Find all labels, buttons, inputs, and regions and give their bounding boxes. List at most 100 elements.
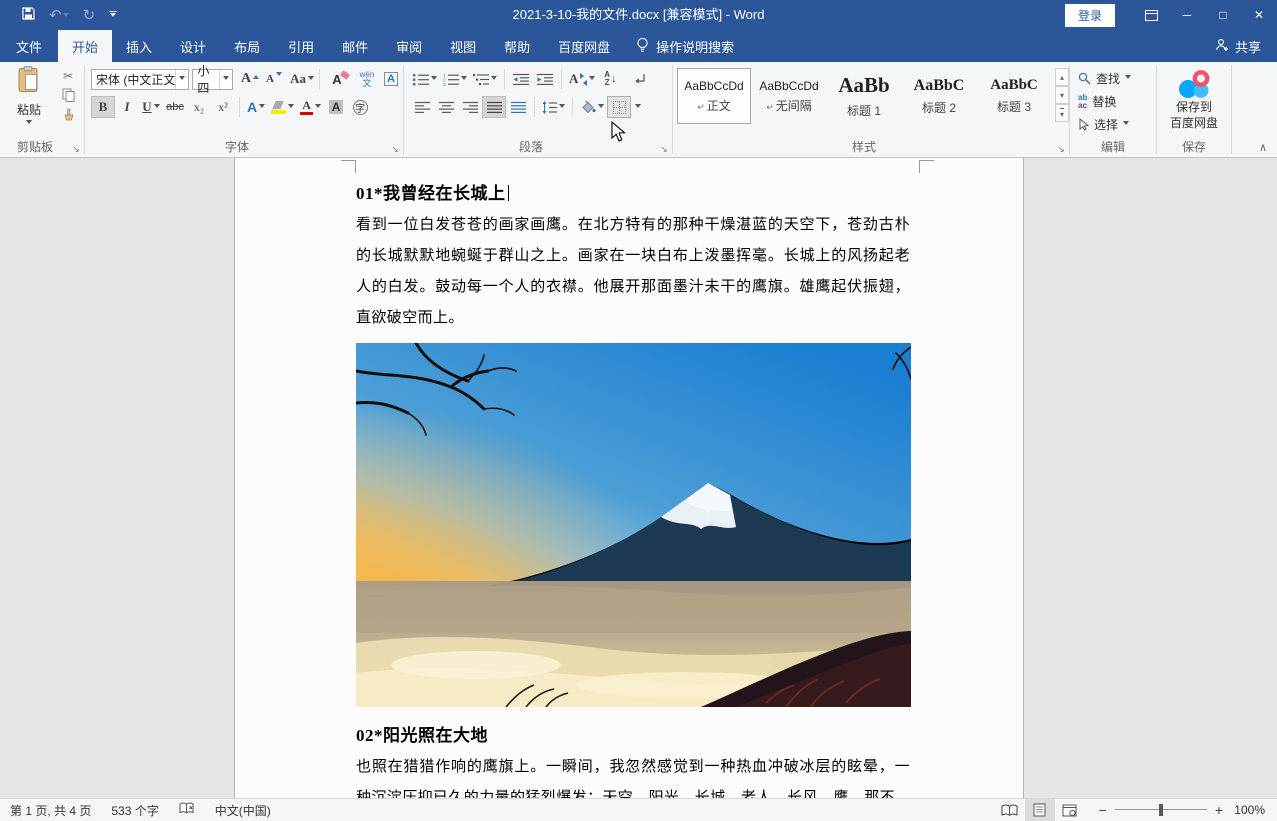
tab-file[interactable]: 文件	[0, 30, 58, 62]
copy-button[interactable]	[56, 86, 80, 106]
select-button[interactable]: 选择	[1078, 116, 1156, 133]
shrink-font-button[interactable]: A	[262, 68, 286, 90]
style-card-no-spacing[interactable]: AaBbCcDd ↵无间隔	[752, 68, 826, 124]
minimize-button[interactable]: ─	[1169, 0, 1205, 30]
paragraph-dialog-launcher-icon[interactable]: ↘	[659, 144, 669, 154]
borders-button[interactable]	[607, 96, 631, 118]
font-color-button[interactable]: A	[297, 96, 324, 118]
styles-more[interactable]: ▾	[1055, 104, 1069, 122]
superscript-button[interactable]: x²	[211, 96, 235, 118]
tab-layout[interactable]: 布局	[220, 30, 274, 62]
style-card-heading3[interactable]: AaBbC 标题 3	[977, 68, 1051, 124]
styles-dialog-launcher-icon[interactable]: ↘	[1056, 144, 1066, 154]
italic-button[interactable]: I	[115, 96, 139, 118]
enclose-characters-button[interactable]: 字	[348, 96, 372, 118]
borders-dropdown[interactable]	[631, 96, 645, 118]
character-shading-button[interactable]: A	[324, 96, 348, 118]
document-page[interactable]: 01*我曾经在长城上 看到一位白发苍苍的画家画鹰。在北方特有的那种干燥湛蓝的天空…	[234, 158, 1024, 798]
tab-insert[interactable]: 插入	[112, 30, 166, 62]
format-painter-button[interactable]	[56, 106, 80, 126]
character-border-button[interactable]: A	[379, 68, 403, 90]
clear-formatting-button[interactable]: A	[325, 68, 349, 90]
numbering-button[interactable]: 123	[440, 68, 470, 90]
line-spacing-button[interactable]	[539, 96, 568, 118]
login-button[interactable]: 登录	[1065, 4, 1115, 27]
web-layout-button[interactable]	[1055, 799, 1085, 821]
styles-scroll-down[interactable]: ▾	[1055, 86, 1069, 104]
maximize-button[interactable]: □	[1205, 0, 1241, 30]
clipboard-icon	[17, 66, 41, 98]
doc-paragraph-1[interactable]: 看到一位白发苍苍的画家画鹰。在北方特有的那种干燥湛蓝的天空下，苍劲古朴的长城默默…	[356, 210, 910, 334]
close-button[interactable]: ✕	[1241, 0, 1277, 30]
tab-design[interactable]: 设计	[166, 30, 220, 62]
multilevel-list-button[interactable]	[470, 68, 500, 90]
zoom-percentage[interactable]: 100%	[1233, 803, 1277, 817]
align-right-button[interactable]	[458, 96, 482, 118]
share-button[interactable]: 共享	[1199, 30, 1277, 62]
save-icon[interactable]	[22, 7, 35, 23]
align-left-button[interactable]	[410, 96, 434, 118]
find-button[interactable]: 查找	[1078, 70, 1156, 87]
save-to-baidu-button[interactable]: 保存到 百度网盘	[1157, 62, 1231, 131]
decrease-indent-button[interactable]	[509, 68, 533, 90]
change-case-button[interactable]: Aa	[290, 68, 314, 90]
strikethrough-button[interactable]: abc	[163, 96, 187, 118]
doc-heading-2[interactable]: 02*阳光照在大地	[356, 721, 910, 746]
replace-button[interactable]: abac 替换	[1078, 93, 1156, 110]
zoom-slider[interactable]	[1115, 804, 1207, 816]
styles-scroll-up[interactable]: ▴	[1055, 68, 1069, 86]
clipboard-dialog-launcher-icon[interactable]: ↘	[71, 144, 81, 154]
underline-button[interactable]: U	[139, 96, 163, 118]
bullets-button[interactable]	[410, 68, 440, 90]
asian-layout-button[interactable]: A	[566, 68, 598, 90]
shading-button[interactable]	[577, 96, 607, 118]
ribbon-display-options-icon[interactable]	[1133, 0, 1169, 30]
zoom-in-button[interactable]: +	[1215, 802, 1223, 818]
font-name-combo[interactable]: 宋体 (中文正文	[91, 69, 189, 90]
doc-image-mount-fuji[interactable]	[356, 343, 911, 707]
style-card-heading2[interactable]: AaBbC 标题 2	[902, 68, 976, 124]
phonetic-guide-button[interactable]: wén文	[355, 68, 379, 90]
proofing-icon[interactable]	[169, 802, 205, 818]
sort-button[interactable]: AZ↓	[598, 68, 622, 90]
justify-button[interactable]	[482, 96, 506, 118]
tab-mailings[interactable]: 邮件	[328, 30, 382, 62]
grow-font-button[interactable]: A	[238, 68, 262, 90]
document-content[interactable]: 01*我曾经在长城上 看到一位白发苍苍的画家画鹰。在北方特有的那种干燥湛蓝的天空…	[356, 158, 910, 798]
tab-home[interactable]: 开始	[58, 30, 112, 62]
undo-icon[interactable]: ↶	[49, 8, 69, 23]
zoom-out-button[interactable]: −	[1099, 802, 1107, 818]
tab-review[interactable]: 审阅	[382, 30, 436, 62]
document-canvas[interactable]: 01*我曾经在长城上 看到一位白发苍苍的画家画鹰。在北方特有的那种干燥湛蓝的天空…	[0, 158, 1277, 798]
tab-help[interactable]: 帮助	[490, 30, 544, 62]
word-count[interactable]: 533 个字	[101, 802, 168, 819]
text-effects-button[interactable]: A	[244, 96, 268, 118]
print-layout-button[interactable]	[1025, 799, 1055, 821]
tab-references[interactable]: 引用	[274, 30, 328, 62]
language-indicator[interactable]: 中文(中国)	[205, 802, 281, 819]
font-size-combo[interactable]: 小四	[192, 69, 233, 90]
bold-button[interactable]: B	[91, 96, 115, 118]
cut-button[interactable]: ✂	[56, 66, 80, 86]
page-indicator[interactable]: 第 1 页, 共 4 页	[0, 802, 101, 819]
text-highlight-button[interactable]	[268, 96, 297, 118]
style-card-normal[interactable]: AaBbCcDd ↵正文	[677, 68, 751, 124]
font-dialog-launcher-icon[interactable]: ↘	[390, 144, 400, 154]
tell-me-search[interactable]: 操作说明搜索	[624, 30, 746, 62]
distributed-button[interactable]	[506, 96, 530, 118]
read-mode-button[interactable]	[995, 799, 1025, 821]
collapse-ribbon-icon[interactable]: ∧	[1259, 141, 1267, 154]
doc-paragraph-2[interactable]: 也照在猎猎作响的鹰旗上。一瞬间，我忽然感觉到一种热血冲破冰层的眩晕，一种沉淀压抑…	[356, 752, 910, 798]
redo-icon[interactable]: ↻	[83, 8, 96, 23]
style-card-heading1[interactable]: AaBb 标题 1	[827, 68, 901, 124]
tab-baidu-netdisk[interactable]: 百度网盘	[544, 30, 624, 62]
increase-indent-button[interactable]	[533, 68, 557, 90]
align-center-button[interactable]	[434, 96, 458, 118]
doc-heading-1[interactable]: 01*我曾经在长城上	[356, 179, 910, 204]
subscript-button[interactable]: x₂	[187, 96, 211, 118]
paste-button[interactable]: 粘贴	[6, 66, 52, 127]
zoom-slider-thumb[interactable]	[1159, 804, 1163, 816]
tab-view[interactable]: 视图	[436, 30, 490, 62]
show-hide-marks-button[interactable]	[628, 68, 652, 90]
customize-qat-icon[interactable]	[109, 11, 117, 20]
